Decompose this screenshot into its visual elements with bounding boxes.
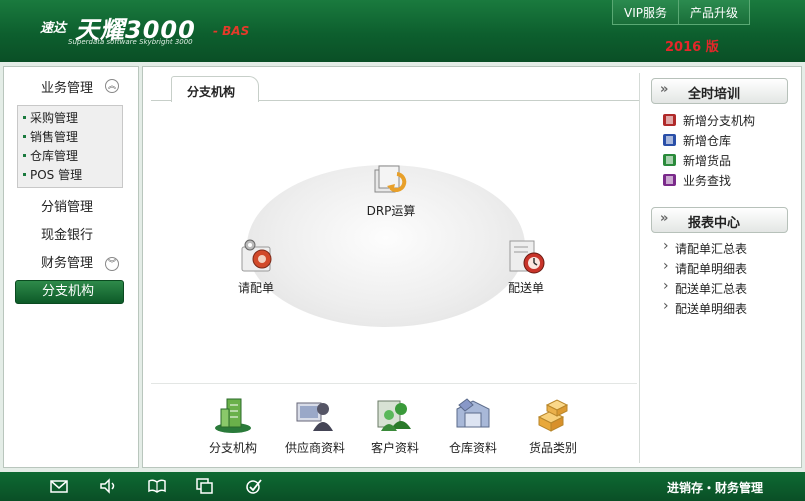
windows-icon[interactable]: [196, 478, 214, 494]
shortcut-label: 货品类别: [528, 441, 577, 455]
content-frame: 业务管理 ︽ 采购管理 销售管理 仓库管理 POS 管理 分销管理 现金银行 财…: [0, 62, 805, 472]
customer-icon: [375, 395, 415, 435]
warehouse-icon: [453, 395, 493, 435]
flow-node-label: DRP运算: [366, 204, 416, 218]
training-item-business-search[interactable]: 业务查找: [661, 172, 791, 192]
double-chevron-icon: »: [660, 211, 669, 226]
training-item-new-branch[interactable]: 新增分支机构: [661, 112, 791, 132]
sidebar-item-purchase[interactable]: 采购管理: [18, 109, 122, 128]
shortcut-label: 仓库资料: [448, 441, 497, 455]
app-header: 速达 天耀3000 - BAS Superdata software Skybr…: [0, 0, 805, 62]
panel-title: 全时培训: [688, 87, 741, 102]
building-icon: [213, 395, 253, 435]
panel-title: 报表中心: [688, 216, 741, 231]
speaker-icon[interactable]: [99, 478, 117, 494]
check-icon[interactable]: [245, 478, 263, 494]
sidebar-item-sales[interactable]: 销售管理: [18, 128, 122, 147]
sidebar-item-distribution[interactable]: 分销管理: [4, 194, 138, 222]
report-link-delivery-detail[interactable]: 配送单明细表: [661, 298, 791, 320]
book-icon: [663, 134, 676, 146]
expand-chevron-icon[interactable]: ︾: [105, 257, 119, 271]
book-icon: [663, 154, 676, 166]
sidebar-item-warehouse[interactable]: 仓库管理: [18, 147, 122, 166]
status-bar: 进销存・财务管理: [0, 472, 805, 501]
collapse-chevron-icon[interactable]: ︽: [105, 79, 119, 93]
shortcut-label: 分支机构: [208, 441, 257, 455]
double-chevron-icon: »: [660, 82, 669, 97]
logo-subtitle: Superdata software Skybright 3000: [68, 38, 193, 46]
flow-node-label: 配送单: [507, 281, 544, 295]
boxes-icon: [533, 395, 573, 435]
sidebar: 业务管理 ︽ 采购管理 销售管理 仓库管理 POS 管理 分销管理 现金银行 财…: [3, 66, 139, 468]
delivery-order-icon: [506, 237, 546, 277]
shortcut-goods-category[interactable]: 货品类别: [513, 395, 593, 456]
sidebar-group-business[interactable]: 业务管理 ︽: [4, 77, 138, 103]
training-label: 业务查找: [683, 174, 732, 188]
main-panel: 分支机构 DRP运算 请配单 配送单 分支机构 供应商资料 客户资料 仓库资料 …: [142, 66, 802, 468]
sidebar-group-finance[interactable]: 财务管理 ︾: [4, 250, 138, 278]
sidebar-item-branch-active[interactable]: 分支机构: [15, 280, 124, 304]
shortcut-branch[interactable]: 分支机构: [193, 395, 273, 456]
report-panel-header[interactable]: » 报表中心: [651, 207, 788, 233]
mail-icon[interactable]: [50, 478, 68, 494]
book-icon: [663, 174, 676, 186]
training-label: 新增分支机构: [683, 114, 756, 128]
shortcut-label: 客户资料: [370, 441, 419, 455]
flow-node-request[interactable]: 请配单: [221, 237, 291, 296]
sidebar-group-label: 业务管理: [41, 81, 94, 96]
footer-title: 进销存・财务管理: [667, 481, 764, 495]
report-link-delivery-summary[interactable]: 配送单汇总表: [661, 278, 791, 300]
logo-prefix: 速达: [40, 21, 67, 36]
panel-divider: [639, 73, 640, 463]
shortcut-label: 供应商资料: [284, 441, 345, 455]
training-label: 新增货品: [683, 154, 732, 168]
training-item-new-warehouse[interactable]: 新增仓库: [661, 132, 791, 152]
sidebar-item-cash-bank[interactable]: 现金银行: [4, 222, 138, 250]
report-link-request-detail[interactable]: 请配单明细表: [661, 258, 791, 280]
supplier-icon: [295, 395, 335, 435]
drp-calc-icon: [371, 160, 411, 200]
sidebar-group-label: 财务管理: [41, 256, 94, 271]
book-icon[interactable]: [148, 478, 166, 494]
report-link-request-summary[interactable]: 请配单汇总表: [661, 238, 791, 260]
training-label: 新增仓库: [683, 134, 732, 148]
shortcut-customer[interactable]: 客户资料: [355, 395, 435, 456]
training-panel-header[interactable]: » 全时培训: [651, 78, 788, 104]
flow-node-drp[interactable]: DRP运算: [351, 160, 431, 219]
flow-node-delivery[interactable]: 配送单: [491, 237, 561, 296]
tab-branch[interactable]: 分支机构: [171, 76, 259, 102]
sidebar-item-pos[interactable]: POS 管理: [18, 166, 122, 185]
top-links: VIP服务 产品升级: [612, 0, 751, 25]
shortcut-warehouse[interactable]: 仓库资料: [433, 395, 513, 456]
shortcut-supplier[interactable]: 供应商资料: [275, 395, 355, 456]
request-order-icon: [236, 237, 276, 277]
book-icon: [663, 114, 676, 126]
vip-service-link[interactable]: VIP服务: [613, 0, 679, 24]
version-label: 2016 版: [665, 40, 719, 55]
training-item-new-goods[interactable]: 新增货品: [661, 152, 791, 172]
product-upgrade-link[interactable]: 产品升级: [679, 0, 749, 24]
sidebar-submenu: 采购管理 销售管理 仓库管理 POS 管理: [17, 105, 123, 188]
divider: [151, 383, 637, 384]
flow-node-label: 请配单: [237, 281, 274, 295]
logo-suffix: - BAS: [213, 24, 250, 38]
